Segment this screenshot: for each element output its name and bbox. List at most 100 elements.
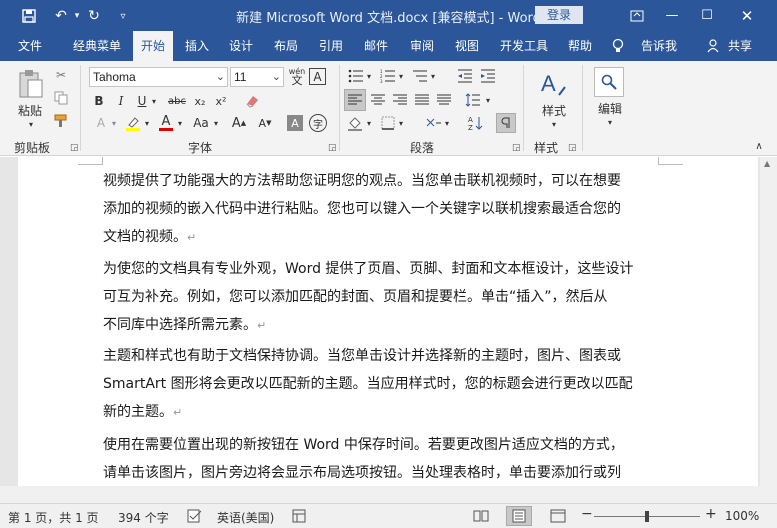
font-size-combo[interactable]: 11 ⌄ [230,67,284,87]
phonetic-guide-button[interactable]: wén 文 [288,65,306,87]
paragraph[interactable]: 为使您的文档具有专业外观，Word 提供了页眉、页脚、封面和文本框设计，这些设计… [103,255,663,340]
change-case-dropdown-icon[interactable]: ▾ [211,114,221,132]
clipboard-launcher-icon[interactable]: ◲ [70,143,79,153]
tell-me-search[interactable]: 告诉我 [634,31,684,61]
enclose-characters-icon[interactable]: 字 [309,114,327,132]
styles-icon[interactable]: A [538,67,568,101]
underline-icon[interactable]: U [134,92,150,110]
read-mode-icon[interactable] [473,509,489,526]
character-shading-icon[interactable]: A [287,115,303,131]
styles-button[interactable]: 样式 [534,102,574,118]
tab-insert[interactable]: 插入 [178,31,216,61]
tab-mailings[interactable]: 邮件 [357,31,395,61]
maximize-icon[interactable]: ☐ [690,0,724,31]
zoom-out-icon[interactable]: − [581,506,593,522]
align-center-icon[interactable] [368,89,388,111]
tab-layout[interactable]: 布局 [267,31,305,61]
align-right-icon[interactable] [390,89,410,111]
numbering-dropdown-icon[interactable]: ▾ [396,67,406,85]
language-status[interactable]: 英语(美国) [217,509,274,526]
font-launcher-icon[interactable]: ◲ [328,143,337,153]
borders-icon[interactable] [378,113,398,133]
tab-review[interactable]: 审阅 [403,31,441,61]
clear-formatting-icon[interactable] [243,92,261,110]
distributed-icon[interactable] [434,89,454,111]
paste-dropdown-icon[interactable]: ▾ [24,119,38,129]
close-icon[interactable]: ✕ [730,0,764,31]
strikethrough-icon[interactable]: abc [165,92,189,110]
document-page[interactable]: 视频提供了功能强大的方法帮助您证明您的观点。当您单击联机视频时，可以在想要 添加… [18,157,758,503]
shrink-font-icon[interactable]: A ▼ [258,114,272,132]
shading-icon[interactable] [344,113,366,133]
editing-button[interactable]: 编辑 [590,100,630,116]
grow-font-icon[interactable]: A ▲ [232,114,246,132]
show-formatting-marks-icon[interactable] [496,113,516,133]
sort-icon[interactable]: AZ [466,113,486,133]
vertical-scrollbar[interactable]: ▲ [760,157,777,503]
bullets-icon[interactable] [346,67,366,85]
editing-dropdown-icon[interactable]: ▾ [603,117,617,127]
cut-icon[interactable]: ✂ [52,66,70,84]
text-effects-dropdown-icon[interactable]: ▾ [109,114,119,132]
copy-icon[interactable] [52,89,70,107]
font-color-dropdown-icon[interactable]: ▾ [175,114,185,132]
paragraph-launcher-icon[interactable]: ◲ [512,143,521,153]
borders-dropdown-icon[interactable]: ▾ [396,113,406,133]
tab-help[interactable]: 帮助 [561,31,599,61]
justify-icon[interactable] [412,89,432,111]
tab-design[interactable]: 设计 [222,31,260,61]
tab-view[interactable]: 视图 [448,31,486,61]
chevron-down-icon[interactable]: ⌄ [272,68,281,86]
find-search-icon[interactable] [594,67,624,97]
horizontal-scrollbar[interactable] [0,486,760,503]
chinese-layout-icon[interactable] [424,113,444,133]
font-name-combo[interactable]: Tahoma ⌄ [89,67,228,87]
subscript-icon[interactable]: x₂ [192,92,208,110]
multilevel-dropdown-icon[interactable]: ▾ [428,67,438,85]
collapse-ribbon-icon[interactable]: ∧ [752,140,766,152]
highlight-dropdown-icon[interactable]: ▾ [142,114,152,132]
tab-classic-menu[interactable]: 经典菜单 [62,31,132,61]
change-case-icon[interactable]: Aa [190,114,212,132]
italic-icon[interactable]: I [113,92,129,110]
bold-icon[interactable]: B [91,92,107,110]
decrease-indent-icon[interactable] [455,67,475,85]
login-button[interactable]: 登录 [535,6,583,24]
web-layout-icon[interactable] [550,509,566,526]
zoom-level[interactable]: 100% [725,509,759,523]
zoom-slider-thumb[interactable] [645,511,649,522]
redo-icon[interactable]: ↻ [83,6,105,26]
tab-references[interactable]: 引用 [312,31,350,61]
text-effects-icon[interactable]: A [91,114,111,132]
paste-button[interactable]: 粘贴 [10,102,50,118]
minimize-icon[interactable]: — [655,0,689,31]
line-spacing-icon[interactable] [462,89,484,111]
macro-recording-icon[interactable] [292,509,306,526]
shading-dropdown-icon[interactable]: ▾ [364,113,374,133]
scroll-up-icon[interactable]: ▲ [764,159,770,168]
tab-home[interactable]: 开始 [133,31,173,61]
chinese-layout-dropdown-icon[interactable]: ▾ [442,113,452,133]
customize-quick-access-icon[interactable]: ▿ [112,6,134,26]
numbering-icon[interactable]: 123 [378,67,398,85]
chevron-down-icon[interactable]: ⌄ [216,68,225,86]
ribbon-display-options-icon[interactable] [620,0,654,31]
paste-icon[interactable] [14,67,48,101]
styles-launcher-icon[interactable]: ◲ [568,143,577,153]
page-count[interactable]: 第 1 页，共 1 页 [8,509,99,526]
line-spacing-dropdown-icon[interactable]: ▾ [483,89,493,111]
paragraph[interactable]: 使用在需要位置出现的新按钮在 Word 中保存时间。若要更改图片适应文档的方式，… [103,431,663,487]
save-icon[interactable] [18,6,40,26]
tab-developer[interactable]: 开发工具 [494,31,554,61]
print-layout-button[interactable] [506,506,532,526]
proofing-icon[interactable] [187,509,203,526]
paragraph[interactable]: 主题和样式也有助于文档保持协调。当您单击设计并选择新的主题时，图片、图表或 Sm… [103,342,663,427]
format-painter-icon[interactable] [52,112,70,130]
tab-file[interactable]: 文件 [10,31,50,61]
increase-indent-icon[interactable] [478,67,498,85]
paragraph[interactable]: 视频提供了功能强大的方法帮助您证明您的观点。当您单击联机视频时，可以在想要 添加… [103,167,663,252]
font-color-icon[interactable]: A [156,114,176,132]
multilevel-list-icon[interactable] [410,67,430,85]
superscript-icon[interactable]: x² [213,92,229,110]
zoom-in-icon[interactable]: + [705,506,717,522]
